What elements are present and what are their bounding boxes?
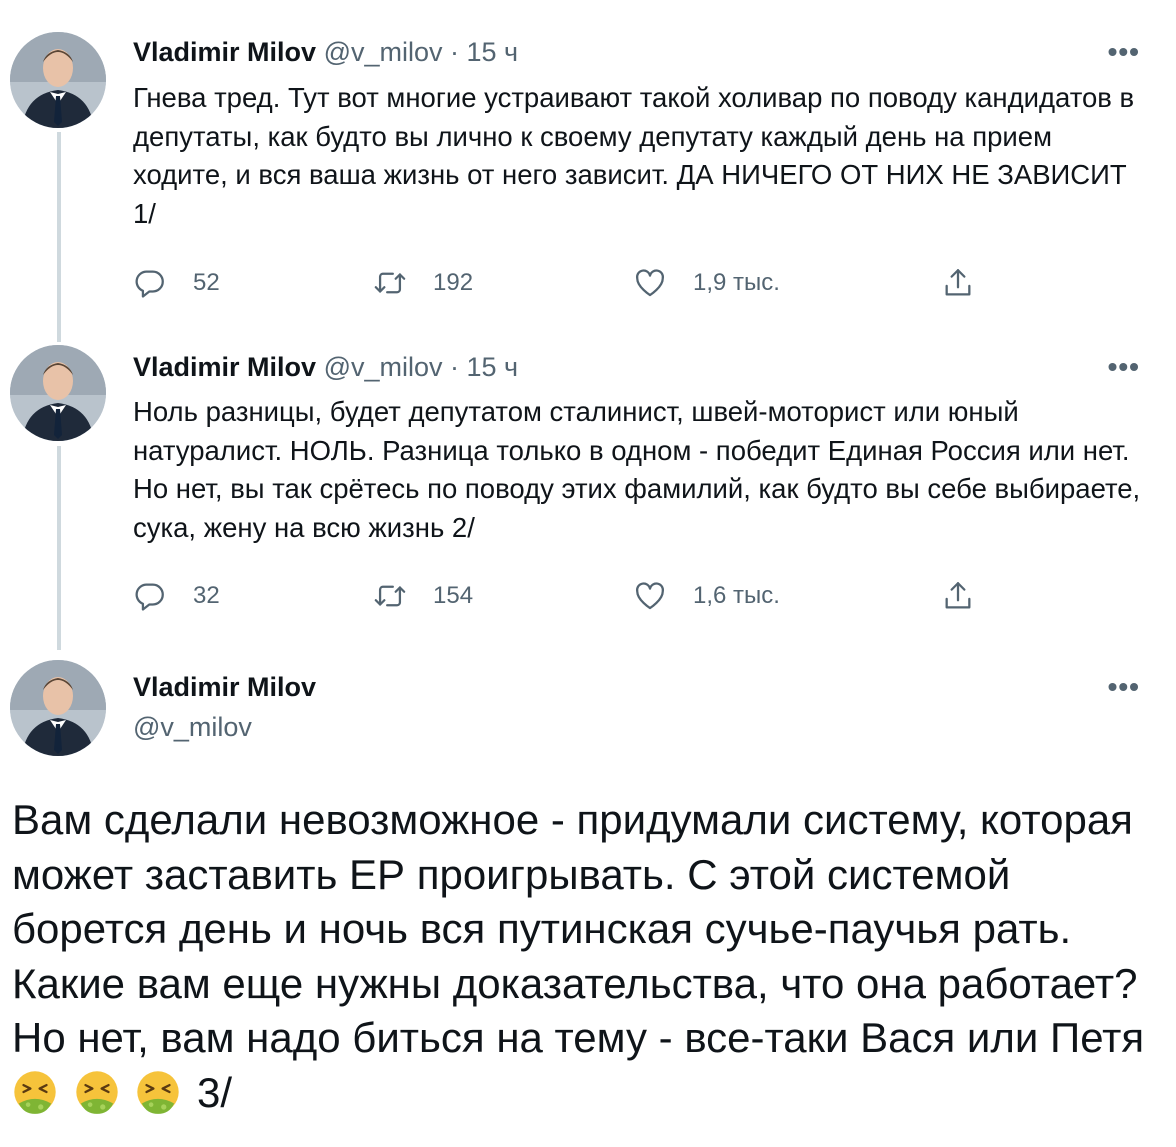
reply-icon [135, 270, 164, 298]
main-tweet-header: Vladimir Milov @v_milov [133, 671, 316, 743]
retweet-button[interactable]: 154 [373, 576, 473, 616]
avatar[interactable] [10, 660, 106, 756]
nauseated-face-emoji [14, 1070, 56, 1114]
tweet-time[interactable]: · 15 ч [450, 37, 518, 67]
tweet-text: Ноль разницы, будет депутатом сталинист,… [133, 396, 1141, 543]
tweet-time[interactable]: · 15 ч [450, 352, 518, 382]
like-count: 1,9 тыс. [693, 269, 780, 296]
author-handle[interactable]: @v_milov [324, 37, 443, 67]
like-button[interactable]: 1,9 тыс. [633, 263, 780, 303]
tweet-actions: 52 192 1,9 тыс. [133, 263, 993, 303]
nauseated-face-emoji [75, 1070, 118, 1114]
more-options-button[interactable]: ••• [1108, 671, 1140, 703]
share-button[interactable] [941, 263, 975, 303]
like-icon [635, 269, 665, 297]
share-icon [945, 582, 971, 609]
avatar-image [10, 660, 106, 756]
thread-line [57, 446, 61, 650]
more-options-button[interactable]: ••• [1108, 351, 1140, 383]
retweet-icon [374, 585, 406, 607]
reply-icon [135, 583, 164, 611]
author-name[interactable]: Vladimir Milov [133, 352, 316, 382]
author-name[interactable]: Vladimir Milov [133, 671, 316, 703]
tweet-header: Vladimir Milov @v_milov · 15 ч [133, 351, 518, 383]
avatar[interactable] [10, 32, 106, 128]
retweet-icon [374, 272, 406, 294]
author-handle[interactable]: @v_milov [324, 352, 443, 382]
share-icon [945, 269, 971, 296]
tweet-header: Vladimir Milov @v_milov · 15 ч [133, 36, 518, 68]
retweet-count: 154 [433, 582, 474, 609]
like-icon [635, 582, 665, 610]
like-button[interactable]: 1,6 тыс. [633, 576, 780, 616]
main-tweet-text: Вам сделали невозможное - придумали сист… [12, 796, 1145, 1061]
tweet-text: Гнева тред. Тут вот многие устраивают та… [133, 82, 1135, 229]
tweet-actions: 32 154 1,6 тыс. [133, 576, 993, 616]
author-handle[interactable]: @v_milov [133, 711, 316, 743]
retweet-count: 192 [433, 269, 474, 296]
main-tweet-suffix: 3/ [197, 1068, 233, 1116]
avatar-image [10, 345, 106, 441]
thread-line [57, 132, 61, 342]
reply-button[interactable]: 52 [133, 263, 220, 303]
author-name[interactable]: Vladimir Milov [133, 37, 316, 67]
reply-count: 32 [193, 582, 220, 609]
share-button[interactable] [941, 576, 975, 616]
like-count: 1,6 тыс. [693, 582, 780, 609]
main-tweet-text-block: Вам сделали невозможное - придумали сист… [12, 793, 1162, 1120]
reply-button[interactable]: 32 [133, 576, 220, 616]
nauseated-face-emoji [137, 1070, 180, 1114]
avatar[interactable] [10, 345, 106, 441]
avatar-image [10, 32, 106, 128]
more-options-button[interactable]: ••• [1108, 36, 1140, 68]
reply-count: 52 [193, 269, 220, 296]
retweet-button[interactable]: 192 [373, 263, 473, 303]
